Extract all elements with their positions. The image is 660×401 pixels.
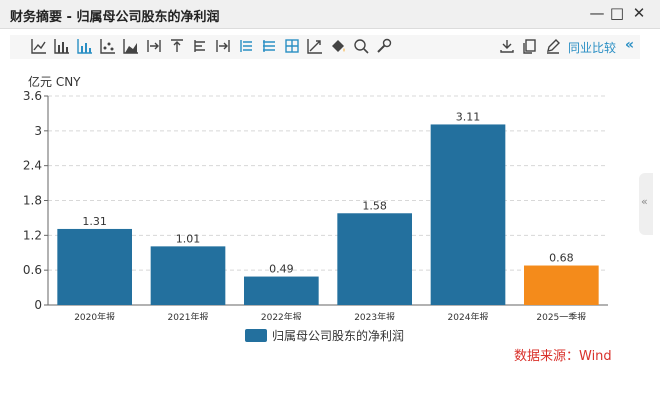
data-label: 3.11: [456, 110, 481, 123]
zoom-icon[interactable]: [352, 37, 370, 55]
legend-label: 归属母公司股东的净利润: [272, 329, 405, 343]
maximize-button[interactable]: □: [606, 2, 628, 24]
y-tick-label: 0.6: [23, 263, 42, 277]
bar: [524, 265, 599, 305]
close-button[interactable]: ✕: [628, 2, 650, 24]
list-icon[interactable]: [237, 37, 255, 55]
y-tick-label: 1.8: [23, 194, 42, 208]
y-tick-label: 3: [34, 124, 42, 138]
scatter-chart-icon[interactable]: [99, 37, 117, 55]
double-chevron-left-icon[interactable]: «: [625, 37, 634, 53]
line-chart-icon[interactable]: [30, 37, 48, 55]
edit-icon[interactable]: [544, 37, 562, 55]
download-icon[interactable]: [498, 37, 516, 55]
step-right-icon[interactable]: [214, 37, 232, 55]
list-alt-icon[interactable]: [260, 37, 278, 55]
legend-swatch: [245, 329, 267, 342]
step-left-icon[interactable]: [145, 37, 163, 55]
grid-icon[interactable]: [283, 37, 301, 55]
x-tick-label: 2024年报: [448, 311, 489, 320]
x-tick-label: 2022年报: [261, 311, 302, 320]
x-tick-label: 2023年报: [354, 311, 395, 320]
bar: [150, 246, 226, 305]
y-tick-label: 1.2: [23, 228, 42, 242]
bar: [244, 276, 319, 305]
bar: [337, 213, 412, 305]
title-bar: 财务摘要 - 归属母公司股东的净利润 — □ ✕: [0, 0, 660, 29]
minimize-button[interactable]: —: [586, 2, 608, 24]
trend-icon[interactable]: [306, 37, 324, 55]
middle-align-icon[interactable]: [191, 37, 209, 55]
settings-icon[interactable]: [375, 37, 393, 55]
fill-icon[interactable]: [329, 37, 347, 55]
window-title: 财务摘要 - 归属母公司股东的净利润: [10, 10, 220, 25]
bar: [57, 228, 133, 305]
peer-compare-link[interactable]: 同业比较: [568, 39, 616, 56]
x-tick-label: 2021年报: [168, 311, 209, 320]
y-tick-label: 3.6: [23, 89, 42, 103]
chart-toolbar: 同业比较 «: [10, 35, 640, 59]
top-align-icon[interactable]: [168, 37, 186, 55]
chevron-left-icon: «: [641, 195, 648, 208]
area-chart-icon[interactable]: [122, 37, 140, 55]
bar-chart: 0 0.6 1.2 1.8 2.4 3 3.6 1.31 2020年报 1.01 2021年报 0.4…: [23, 89, 608, 320]
side-collapse-tab[interactable]: «: [639, 173, 653, 235]
x-tick-label: 2025一季报: [536, 311, 586, 320]
bar-chart-icon[interactable]: [53, 37, 71, 55]
bar: [430, 124, 506, 305]
source-text: 数据来源：Wind: [514, 349, 612, 364]
data-label: 0.49: [269, 263, 294, 276]
y-tick-label: 0: [34, 298, 42, 312]
data-label: 0.68: [549, 252, 574, 265]
y-tick-label: 2.4: [23, 159, 42, 173]
data-label: 1.31: [82, 215, 107, 228]
x-tick-label: 2020年报: [74, 311, 115, 320]
copy-icon[interactable]: [521, 37, 539, 55]
data-label: 1.58: [362, 199, 387, 212]
column-chart-icon[interactable]: [76, 37, 94, 55]
data-label: 1.01: [176, 232, 201, 245]
